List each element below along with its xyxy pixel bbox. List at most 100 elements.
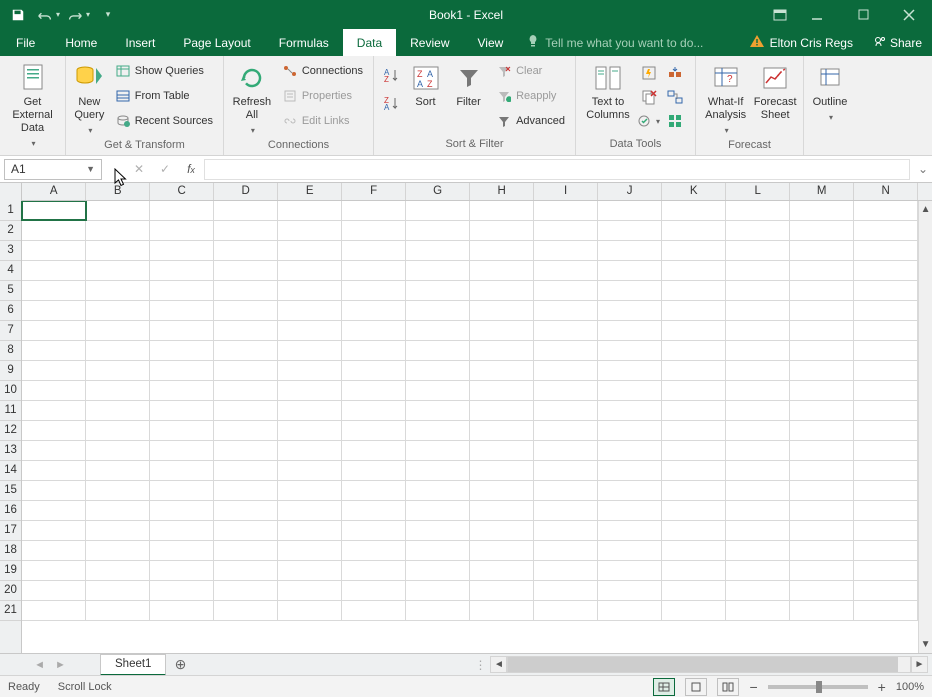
- cell[interactable]: [534, 401, 598, 420]
- new-sheet-button[interactable]: ⊕: [166, 656, 194, 673]
- cell[interactable]: [86, 241, 150, 260]
- cell[interactable]: [726, 481, 790, 500]
- row-header[interactable]: 4: [0, 261, 21, 281]
- cell[interactable]: [470, 581, 534, 600]
- clear-filter-button[interactable]: Clear: [492, 60, 569, 82]
- sort-desc-button[interactable]: ZA: [380, 92, 402, 114]
- cell[interactable]: [342, 601, 406, 620]
- account-button[interactable]: Elton Cris Regs: [740, 35, 863, 51]
- cell[interactable]: [406, 441, 470, 460]
- cell[interactable]: [214, 401, 278, 420]
- cell[interactable]: [662, 421, 726, 440]
- column-header[interactable]: K: [662, 183, 726, 200]
- cell[interactable]: [598, 581, 662, 600]
- minimize-button[interactable]: [794, 0, 840, 29]
- cell[interactable]: [726, 441, 790, 460]
- cell[interactable]: [598, 281, 662, 300]
- cell[interactable]: [86, 521, 150, 540]
- cell[interactable]: [214, 321, 278, 340]
- cell[interactable]: [662, 361, 726, 380]
- cell[interactable]: [278, 301, 342, 320]
- cell[interactable]: [854, 321, 918, 340]
- cell[interactable]: [790, 381, 854, 400]
- cell[interactable]: [662, 561, 726, 580]
- cell[interactable]: [86, 481, 150, 500]
- cell[interactable]: [214, 241, 278, 260]
- cell[interactable]: [22, 301, 86, 320]
- cell[interactable]: [470, 241, 534, 260]
- cell[interactable]: [662, 241, 726, 260]
- cell[interactable]: [854, 601, 918, 620]
- cell[interactable]: [150, 441, 214, 460]
- cell[interactable]: [278, 321, 342, 340]
- cell[interactable]: [854, 341, 918, 360]
- cell[interactable]: [342, 481, 406, 500]
- row-header[interactable]: 7: [0, 321, 21, 341]
- cell[interactable]: [406, 261, 470, 280]
- cell[interactable]: [662, 441, 726, 460]
- cell[interactable]: [150, 301, 214, 320]
- cell[interactable]: [86, 361, 150, 380]
- cell[interactable]: [86, 281, 150, 300]
- row-header[interactable]: 21: [0, 601, 21, 621]
- cell[interactable]: [150, 461, 214, 480]
- cell[interactable]: [726, 241, 790, 260]
- cell[interactable]: [534, 321, 598, 340]
- hscroll-thumb[interactable]: [508, 657, 898, 672]
- cell[interactable]: [22, 241, 86, 260]
- sort-button[interactable]: ZAAZ Sort: [406, 60, 445, 109]
- cell[interactable]: [342, 201, 406, 220]
- cell[interactable]: [470, 401, 534, 420]
- cell[interactable]: [278, 581, 342, 600]
- column-header[interactable]: A: [22, 183, 86, 200]
- cell[interactable]: [470, 361, 534, 380]
- manage-data-model-button[interactable]: [664, 110, 686, 132]
- cell[interactable]: [662, 481, 726, 500]
- row-header[interactable]: 18: [0, 541, 21, 561]
- cell[interactable]: [214, 601, 278, 620]
- cell[interactable]: [342, 361, 406, 380]
- hscroll-track[interactable]: [507, 656, 911, 673]
- cell[interactable]: [726, 581, 790, 600]
- cell[interactable]: [150, 541, 214, 560]
- expand-formula-bar-icon[interactable]: ⌄: [914, 162, 932, 176]
- cell[interactable]: [342, 541, 406, 560]
- sheet-nav-next-icon[interactable]: ►: [55, 659, 66, 671]
- tab-home[interactable]: Home: [51, 29, 111, 56]
- normal-view-button[interactable]: [653, 678, 675, 696]
- cell[interactable]: [726, 261, 790, 280]
- cell[interactable]: [86, 561, 150, 580]
- cell[interactable]: [598, 601, 662, 620]
- cell[interactable]: [214, 381, 278, 400]
- cell[interactable]: [534, 301, 598, 320]
- cell[interactable]: [150, 281, 214, 300]
- cell[interactable]: [214, 421, 278, 440]
- cell[interactable]: [406, 541, 470, 560]
- row-header[interactable]: 1: [0, 201, 21, 221]
- cell[interactable]: [342, 241, 406, 260]
- cell[interactable]: [662, 341, 726, 360]
- cell[interactable]: [278, 561, 342, 580]
- cell[interactable]: [150, 421, 214, 440]
- cell[interactable]: [598, 341, 662, 360]
- cell[interactable]: [470, 261, 534, 280]
- cell[interactable]: [790, 461, 854, 480]
- cell[interactable]: [406, 241, 470, 260]
- cell[interactable]: [662, 201, 726, 220]
- cell[interactable]: [854, 241, 918, 260]
- cell[interactable]: [278, 461, 342, 480]
- cell[interactable]: [534, 601, 598, 620]
- column-header[interactable]: J: [598, 183, 662, 200]
- cell[interactable]: [854, 361, 918, 380]
- row-header[interactable]: 3: [0, 241, 21, 261]
- cell[interactable]: [790, 441, 854, 460]
- cell[interactable]: [278, 381, 342, 400]
- cell[interactable]: [22, 281, 86, 300]
- cell[interactable]: [598, 321, 662, 340]
- cell[interactable]: [150, 581, 214, 600]
- cell[interactable]: [470, 421, 534, 440]
- cell[interactable]: [342, 561, 406, 580]
- cell[interactable]: [534, 421, 598, 440]
- cell[interactable]: [86, 381, 150, 400]
- cell[interactable]: [278, 201, 342, 220]
